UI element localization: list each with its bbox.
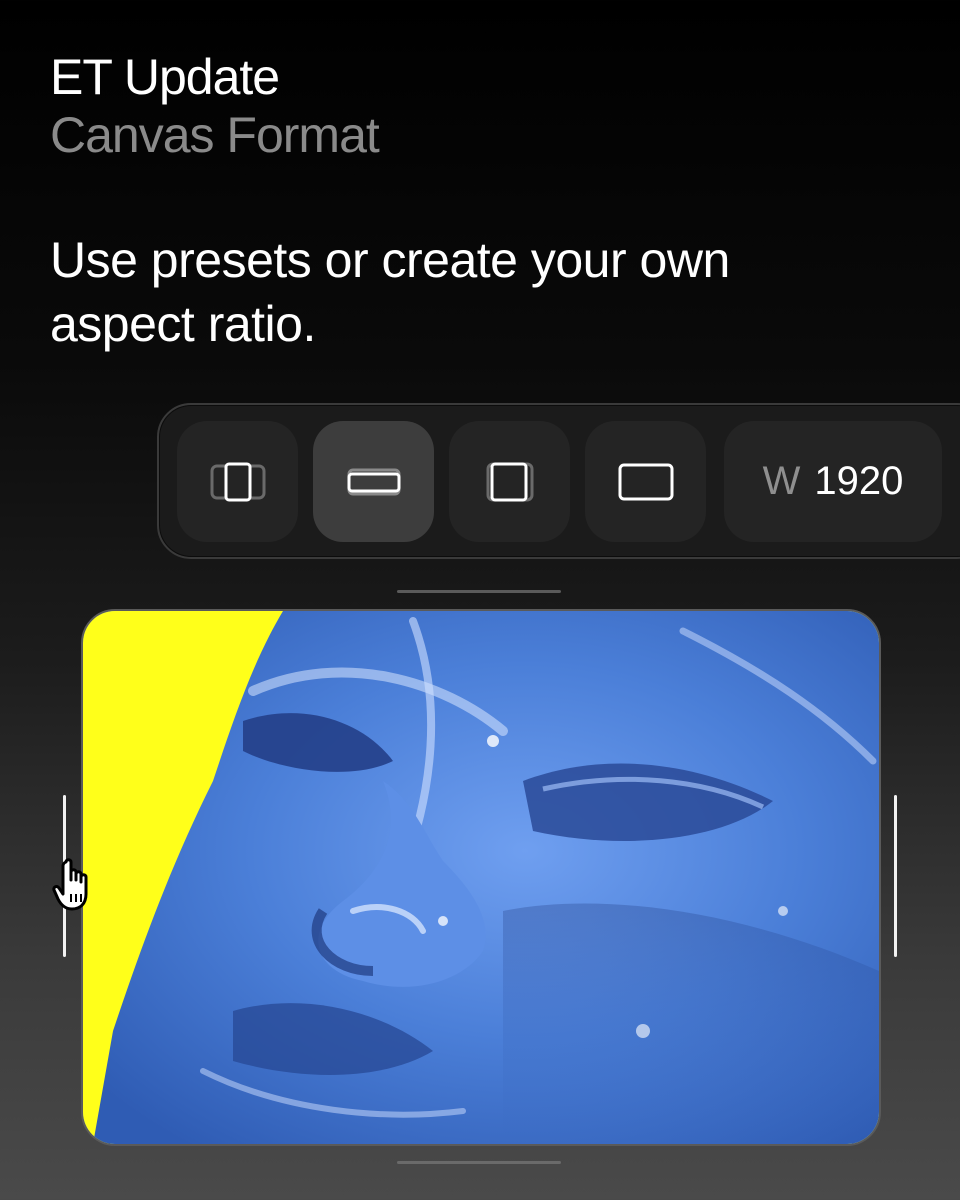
preset-landscape-wide-button[interactable] (313, 421, 434, 542)
page-title: ET Update (50, 49, 280, 105)
landscape-ratio-icon (618, 463, 673, 500)
heading: ET Update Canvas Format (50, 48, 380, 164)
canvas-right-resize-handle[interactable] (894, 795, 897, 957)
tagline: Use presets or create your own aspect ra… (50, 232, 730, 352)
preset-portrait-button[interactable] (177, 421, 298, 542)
canvas-preview (81, 609, 881, 1146)
width-label: W (762, 459, 801, 503)
canvas-image (83, 611, 879, 1144)
square-ratio-icon (486, 462, 533, 501)
preset-square-button[interactable] (449, 421, 570, 542)
aspect-ratio-toolbar: W 1920 (157, 403, 960, 559)
canvas-top-resize-handle[interactable] (397, 590, 561, 593)
hand-pointer-icon (52, 858, 98, 912)
portrait-ratio-icon (210, 462, 265, 501)
page-subtitle: Canvas Format (50, 107, 380, 163)
width-input[interactable]: W 1920 (724, 421, 942, 542)
preset-landscape-button[interactable] (585, 421, 706, 542)
canvas-bottom-resize-handle[interactable] (397, 1161, 561, 1164)
landscape-wide-ratio-icon (347, 468, 400, 495)
width-value[interactable]: 1920 (814, 459, 903, 504)
